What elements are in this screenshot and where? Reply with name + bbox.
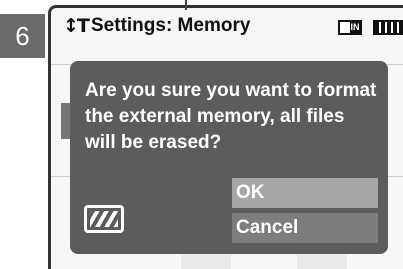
lcd-screen: ↕T Settings: Memory IN Are you sure you … (48, 5, 403, 269)
page-title: Settings: Memory (91, 15, 251, 36)
format-confirm-dialog: Are you sure you want to format the exte… (70, 61, 388, 254)
ok-button[interactable]: OK (232, 178, 378, 208)
dialog-message: Are you sure you want to format the exte… (85, 80, 377, 153)
callout-leader-line (185, 0, 187, 10)
step-number-badge: 6 (0, 14, 45, 58)
memory-icon: IN (338, 20, 362, 35)
cancel-button[interactable]: Cancel (232, 213, 378, 243)
screen-header: ↕T Settings: Memory IN (51, 8, 403, 46)
memory-indicator-label: IN (350, 22, 360, 33)
settings-icon: ↕T (63, 15, 90, 37)
sd-card-icon (84, 205, 124, 233)
battery-icon (373, 20, 403, 35)
